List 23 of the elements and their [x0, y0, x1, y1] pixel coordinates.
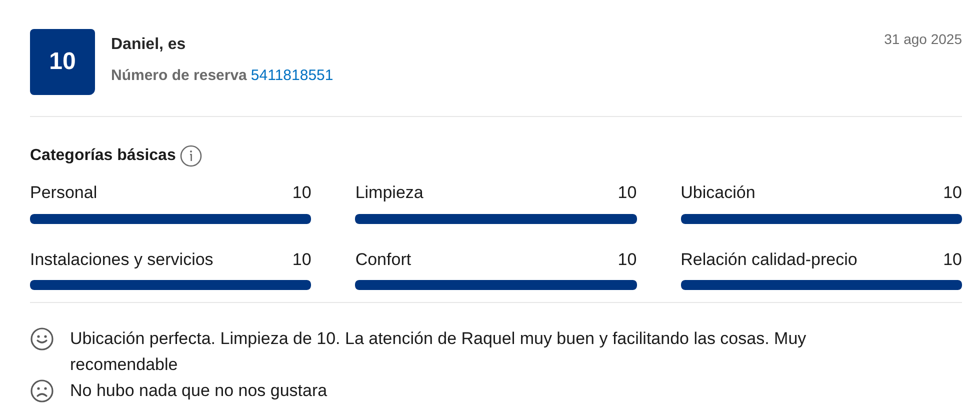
category-score: 10: [618, 182, 637, 204]
category-score: 10: [292, 182, 312, 204]
booking-number-link[interactable]: 5411818551: [250, 65, 334, 88]
category-name: Ubicación: [680, 182, 756, 204]
section-title: Categorías básicas: [30, 146, 176, 166]
category-score: 10: [618, 248, 637, 270]
info-icon[interactable]: [180, 145, 202, 167]
review-date: 31 ago 2025: [884, 30, 962, 49]
score-badge: 10: [30, 29, 95, 95]
category-name: Relación calidad-precio: [680, 248, 858, 270]
review-comment: Ubicación perfecta. Limpieza de 10. La atención de Raquel muy buen y facilitando las cosas. Muy recomendable: [70, 328, 808, 376]
category-score: 10: [943, 182, 962, 204]
category-score: 10: [292, 248, 312, 270]
reviewer-name: Daniel, es: [111, 35, 187, 55]
review-comment: No hubo nada que no nos gustara: [70, 380, 328, 402]
category-name: Limpieza: [355, 182, 424, 204]
sad-face-icon: [30, 379, 54, 403]
category-score: 10: [943, 248, 962, 270]
category-name: Confort: [355, 248, 412, 270]
category-name: Personal: [30, 182, 98, 204]
smiley-face-icon: [30, 327, 54, 351]
category-name: Instalaciones y servicios: [30, 248, 214, 270]
booking-label: Número de reserva: [111, 66, 247, 86]
